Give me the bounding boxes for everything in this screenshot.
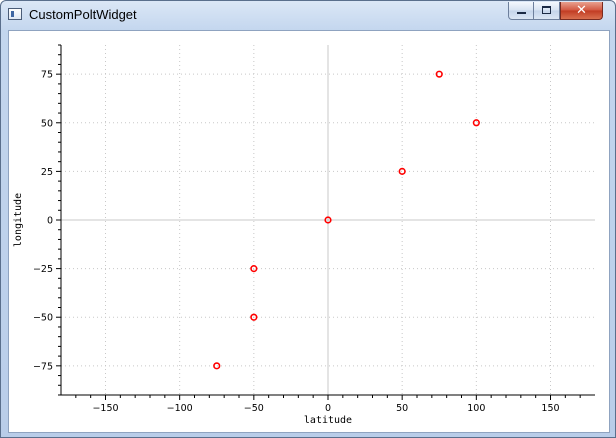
x-tick-label: 150 xyxy=(541,403,559,414)
y-tick-label: 25 xyxy=(41,167,53,178)
y-tick-label: 50 xyxy=(41,118,53,129)
x-tick-label: −50 xyxy=(244,403,264,414)
y-tick-label: 75 xyxy=(41,70,53,81)
close-icon: ✕ xyxy=(576,3,587,18)
y-tick-label: −50 xyxy=(33,313,53,324)
x-tick-label: −150 xyxy=(92,403,118,414)
y-axis-ticks: −75 −50 −25 0 25 50 75 xyxy=(33,44,61,396)
y-tick-label: −75 xyxy=(33,361,53,372)
close-button[interactable]: ✕ xyxy=(560,2,603,20)
maximize-icon xyxy=(542,6,551,14)
data-point xyxy=(472,119,480,127)
x-tick-label: 100 xyxy=(467,403,485,414)
zero-lines xyxy=(61,45,595,395)
x-tick-label: 0 xyxy=(325,403,331,414)
x-tick-label: −100 xyxy=(167,403,193,414)
main-window: CustomPoltWidget ✕ −150 −100 −50 0 50 100 150 … xyxy=(0,0,616,438)
data-point xyxy=(213,362,221,370)
app-window-icon xyxy=(8,8,22,20)
y-axis-label: longitude xyxy=(13,193,24,247)
x-axis-ticks: −150 −100 −50 0 50 100 150 xyxy=(75,395,581,414)
x-axis-label: latitude xyxy=(304,415,352,426)
window-title: CustomPoltWidget xyxy=(29,7,137,22)
minimize-icon xyxy=(517,12,526,14)
maximize-button[interactable] xyxy=(534,2,560,20)
y-tick-label: 0 xyxy=(47,216,53,227)
scatter-plot[interactable]: −150 −100 −50 0 50 100 150 −75 −50 −25 0 25 50 75 la… xyxy=(9,31,609,432)
minimize-button[interactable] xyxy=(508,2,534,20)
plot-widget[interactable]: −150 −100 −50 0 50 100 150 −75 −50 −25 0 25 50 75 la… xyxy=(8,30,610,433)
y-tick-label: −25 xyxy=(33,264,53,275)
title-bar[interactable]: CustomPoltWidget ✕ xyxy=(1,1,615,29)
x-tick-label: 50 xyxy=(396,403,408,414)
